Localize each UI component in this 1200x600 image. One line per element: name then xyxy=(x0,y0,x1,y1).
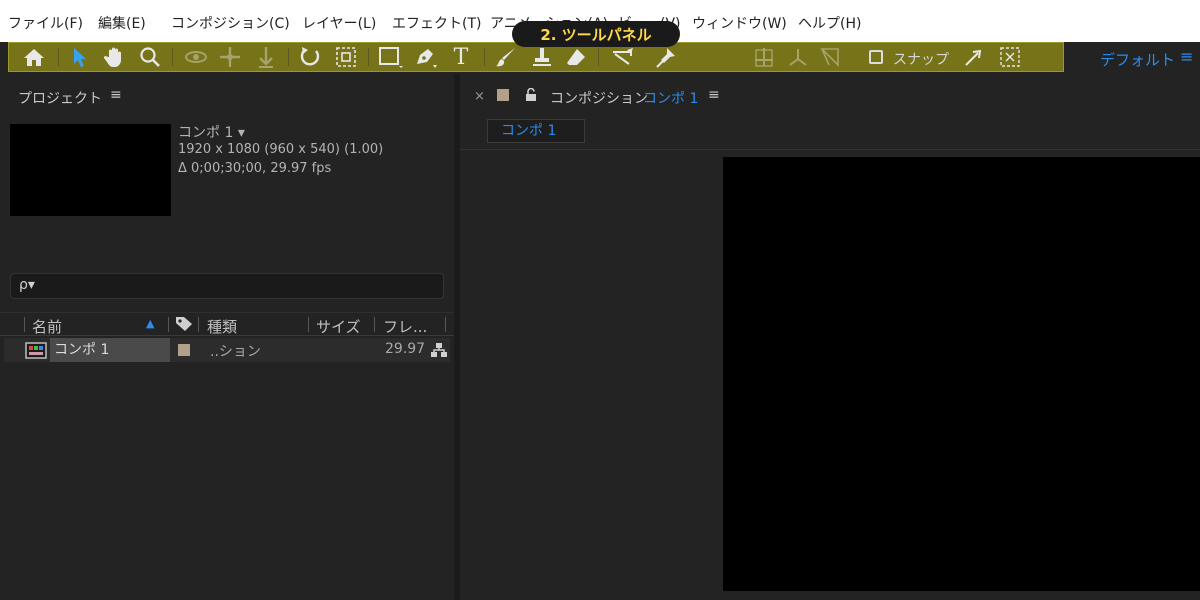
snap-feather-icon[interactable] xyxy=(960,42,988,72)
workspace-default[interactable]: デフォルト xyxy=(1100,49,1175,70)
home-icon[interactable] xyxy=(20,42,48,72)
rectangle-tool-icon[interactable] xyxy=(376,42,406,72)
unlock-icon[interactable] xyxy=(525,87,537,106)
tool-separator xyxy=(598,48,599,66)
composition-icon xyxy=(25,342,47,363)
row-frame-rate-cell: 29.97 xyxy=(385,341,426,357)
tool-separator xyxy=(484,48,485,66)
column-separator xyxy=(445,317,446,332)
column-type[interactable]: 種類 xyxy=(207,316,237,337)
row-name-cell[interactable]: コンポ 1 xyxy=(50,338,170,362)
project-search-input[interactable]: ρ▾ xyxy=(10,273,444,299)
menu-layer[interactable]: レイヤー(L) xyxy=(302,13,376,33)
comp-tab-divider xyxy=(460,149,1200,150)
local-axis-icon[interactable] xyxy=(750,42,778,72)
snap-label: スナップ xyxy=(893,52,949,68)
tool-separator xyxy=(58,48,59,66)
orbit-camera-icon[interactable] xyxy=(182,42,210,72)
comp-panel-menu-icon[interactable]: ≡ xyxy=(708,87,720,103)
menu-composition[interactable]: コンポジション(C) xyxy=(171,13,290,33)
column-separator xyxy=(374,317,375,332)
menu-window[interactable]: ウィンドウ(W) xyxy=(692,13,787,33)
anchor-point-tool-icon[interactable] xyxy=(332,42,360,72)
label-color-swatch[interactable] xyxy=(178,344,190,356)
comp-label-swatch xyxy=(497,89,509,101)
table-row[interactable]: コンポ 1 ..ション 29.97 xyxy=(4,338,450,362)
world-axis-icon[interactable] xyxy=(784,42,812,72)
menu-edit[interactable]: 編集(E) xyxy=(98,13,146,33)
tool-separator xyxy=(172,48,173,66)
column-name[interactable]: 名前 xyxy=(32,316,62,337)
view-axis-icon[interactable] xyxy=(816,42,844,72)
row-type-cell: ..ション xyxy=(210,344,261,360)
selection-tool-icon[interactable] xyxy=(68,42,92,72)
brush-tool-icon[interactable] xyxy=(492,42,520,72)
comp-viewer-tab[interactable]: コンポ 1 xyxy=(487,119,585,143)
project-panel-title[interactable]: プロジェクト xyxy=(18,88,102,108)
hand-tool-icon[interactable] xyxy=(100,42,128,72)
label-tag-icon[interactable] xyxy=(175,316,193,336)
column-frame[interactable]: フレ... xyxy=(383,316,427,337)
project-column-header: 名前 ▲ 種類 サイズ フレ... xyxy=(0,312,454,336)
comp-thumbnail xyxy=(10,124,171,216)
column-separator xyxy=(24,317,25,332)
project-panel-menu-icon[interactable]: ≡ xyxy=(110,87,122,103)
flowchart-icon[interactable] xyxy=(430,342,448,362)
composition-canvas[interactable] xyxy=(723,157,1200,591)
menu-effect[interactable]: エフェクト(T) xyxy=(392,13,481,33)
column-separator xyxy=(308,317,309,332)
comp-info-duration: Δ 0;00;30;00, 29.97 fps xyxy=(178,161,332,176)
column-separator xyxy=(168,317,169,332)
comp-panel-name[interactable]: コンポ 1 xyxy=(643,88,698,108)
dropdown-arrow-icon[interactable]: ▾ xyxy=(238,125,245,141)
close-icon[interactable]: × xyxy=(474,89,485,104)
dolly-camera-icon[interactable] xyxy=(252,42,280,72)
tool-separator xyxy=(368,48,369,66)
menu-file[interactable]: ファイル(F) xyxy=(8,13,83,33)
snap-bounds-icon[interactable] xyxy=(996,42,1024,72)
text-tool-icon[interactable]: T xyxy=(446,42,476,72)
sort-ascending-icon[interactable]: ▲ xyxy=(146,317,154,330)
search-icon[interactable]: ρ▾ xyxy=(19,277,35,293)
pen-tool-icon[interactable] xyxy=(410,42,440,72)
tool-separator xyxy=(288,48,289,66)
callout-tools-panel: 2. ツールパネル xyxy=(512,21,680,47)
column-size[interactable]: サイズ xyxy=(316,316,361,337)
comp-panel-title[interactable]: コンポジション xyxy=(550,88,648,108)
project-panel: プロジェクト ≡ コンポ 1 ▾ 1920 x 1080 (960 x 540)… xyxy=(0,74,454,600)
pan-camera-icon[interactable] xyxy=(216,42,244,72)
comp-info-name[interactable]: コンポ 1 ▾ xyxy=(178,122,245,142)
workspace-menu-icon[interactable]: ≡ xyxy=(1180,47,1193,66)
comp-info-dimensions: 1920 x 1080 (960 x 540) (1.00) xyxy=(178,142,384,157)
composition-panel: × コンポジション コンポ 1 ≡ コンポ 1 xyxy=(460,74,1200,600)
menu-help[interactable]: ヘルプ(H) xyxy=(798,13,861,33)
snap-checkbox[interactable] xyxy=(869,50,883,64)
rotate-tool-icon[interactable] xyxy=(296,42,324,72)
column-separator xyxy=(198,317,199,332)
zoom-tool-icon[interactable] xyxy=(136,42,164,72)
